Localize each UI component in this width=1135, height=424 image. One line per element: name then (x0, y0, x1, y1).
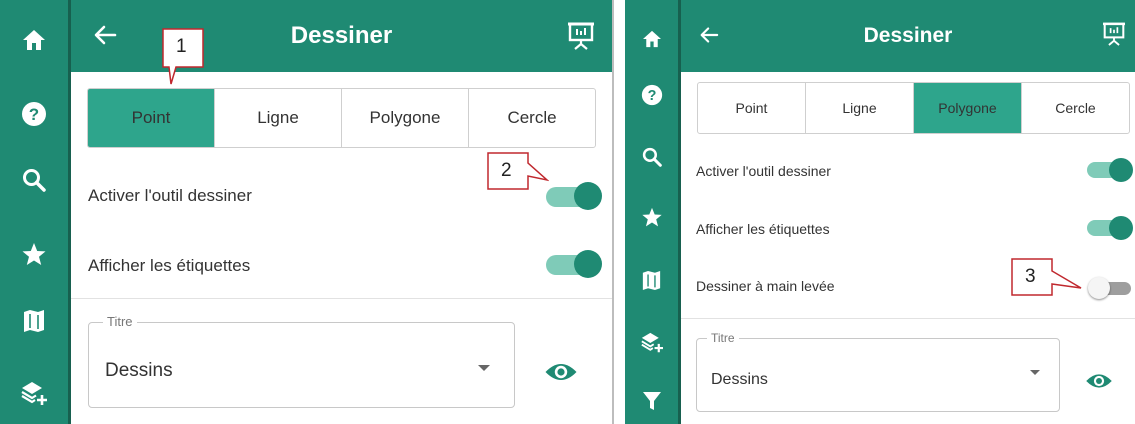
presentation-icon[interactable] (1103, 22, 1125, 51)
chevron-down-icon (478, 365, 490, 371)
svg-text:?: ? (647, 88, 656, 104)
activate-draw-label: Activer l'outil dessiner (696, 163, 831, 179)
title-select[interactable]: Titre Dessins (88, 314, 515, 408)
tab-polygone[interactable]: Polygone (342, 89, 469, 147)
panel-divider (612, 0, 614, 424)
title-select-value: Dessins (711, 371, 768, 388)
section-divider (681, 318, 1135, 319)
star-icon[interactable] (625, 200, 678, 234)
panel-title: Dessiner (290, 22, 393, 49)
star-icon[interactable] (0, 234, 68, 274)
title-select-legend: Titre (103, 314, 137, 329)
show-labels-toggle[interactable] (544, 248, 602, 280)
activate-draw-label: Activer l'outil dessiner (88, 186, 252, 205)
help-icon[interactable]: ? (0, 94, 68, 134)
svg-text:?: ? (29, 105, 39, 124)
filter-icon[interactable] (625, 384, 678, 418)
eye-icon[interactable] (544, 360, 578, 389)
tab-polygone[interactable]: Polygone (914, 83, 1022, 133)
help-icon[interactable]: ? (625, 78, 678, 112)
tab-ligne[interactable]: Ligne (215, 89, 342, 147)
callout-3: 3 (1011, 258, 1083, 296)
presentation-icon[interactable] (568, 22, 594, 55)
section-divider (71, 298, 612, 299)
home-icon[interactable] (625, 22, 678, 56)
chevron-down-icon (1030, 370, 1040, 375)
add-layer-icon[interactable] (0, 374, 68, 414)
callout-1: 1 (162, 28, 206, 86)
callout-number: 1 (176, 36, 187, 57)
search-icon[interactable] (625, 140, 678, 174)
search-icon[interactable] (0, 160, 68, 200)
show-labels-label: Afficher les étiquettes (88, 256, 251, 275)
eye-icon[interactable] (1085, 371, 1113, 396)
activate-draw-toggle[interactable] (1085, 156, 1133, 184)
show-labels-label: Afficher les étiquettes (696, 221, 830, 237)
tab-cercle[interactable]: Cercle (1022, 83, 1129, 133)
side-rail: ? (625, 0, 678, 424)
side-rail: ? (0, 0, 68, 424)
title-select-legend: Titre (707, 331, 739, 345)
panel-title: Dessiner (863, 24, 953, 47)
add-layer-icon[interactable] (625, 326, 678, 360)
geometry-type-tabs: Point Ligne Polygone Cercle (87, 88, 596, 148)
tab-cercle[interactable]: Cercle (469, 89, 595, 147)
callout-2: 2 (487, 152, 550, 190)
tab-ligne[interactable]: Ligne (806, 83, 914, 133)
geometry-type-tabs: Point Ligne Polygone Cercle (697, 82, 1130, 134)
panel-header: Dessiner (681, 0, 1135, 72)
drawing-panel-right: ? Dessiner Point Ligne Polygone Cercle A… (625, 0, 1135, 424)
map-icon[interactable] (0, 301, 68, 341)
panel-header: Dessiner (71, 0, 612, 72)
tab-point[interactable]: Point (88, 89, 215, 147)
tab-point[interactable]: Point (698, 83, 806, 133)
home-icon[interactable] (0, 20, 68, 60)
title-select-value: Dessins (105, 360, 173, 381)
freehand-draw-toggle[interactable] (1087, 276, 1133, 300)
freehand-draw-label: Dessiner à main levée (696, 278, 835, 294)
activate-draw-toggle[interactable] (544, 180, 602, 212)
callout-number: 3 (1025, 266, 1036, 287)
drawing-panel-left: ? Dessiner Point Ligne Polygone Cercle A… (0, 0, 612, 424)
title-select[interactable]: Titre Dessins (696, 331, 1060, 412)
show-labels-toggle[interactable] (1085, 214, 1133, 242)
map-icon[interactable] (625, 263, 678, 297)
callout-number: 2 (501, 160, 512, 181)
